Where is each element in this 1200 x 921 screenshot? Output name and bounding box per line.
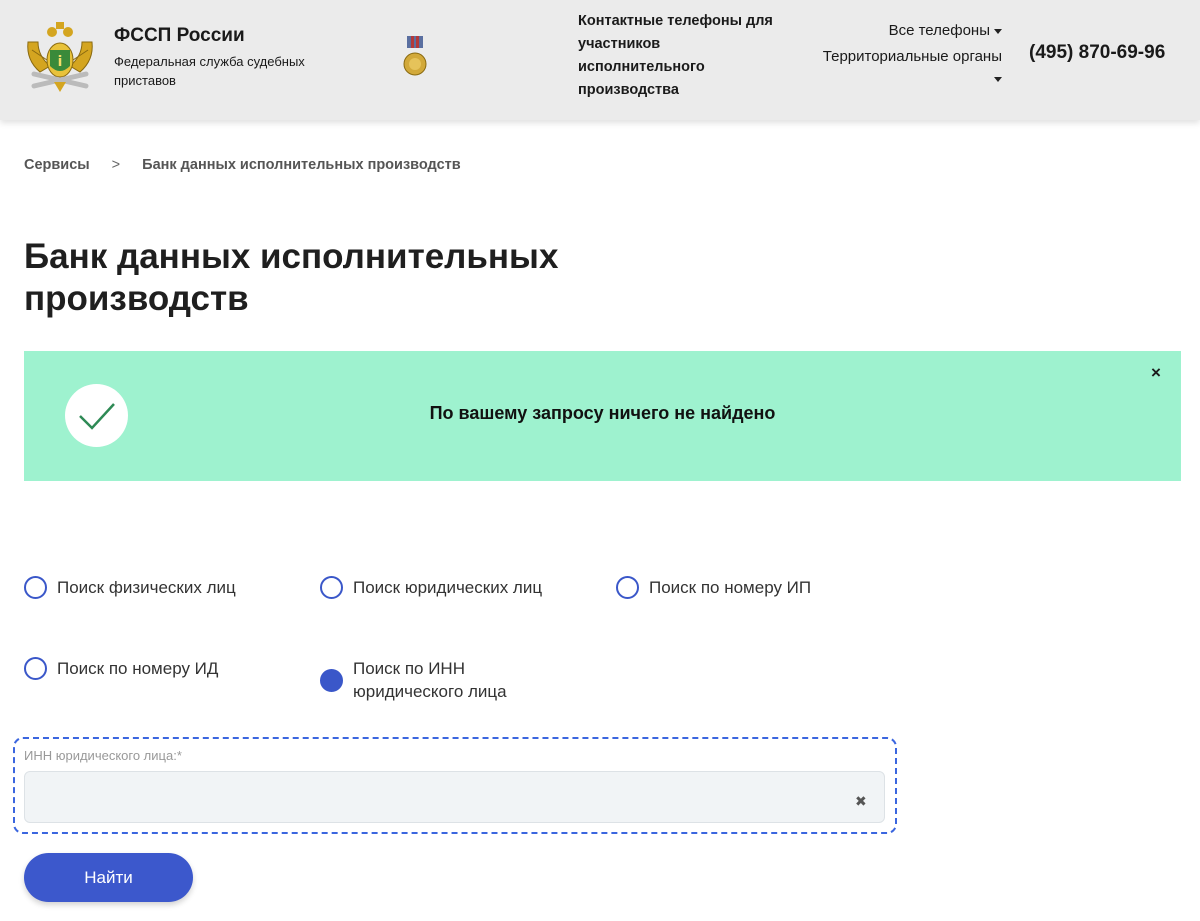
radio-search-individuals[interactable]: Поиск физических лиц: [24, 576, 236, 599]
all-phones-link[interactable]: Все телефоны: [820, 20, 1002, 42]
inn-field-label: ИНН юридического лица:*: [24, 748, 182, 763]
close-icon[interactable]: ×: [1151, 364, 1165, 381]
breadcrumb-services[interactable]: Сервисы: [24, 157, 90, 173]
radio-label: Поиск по номеру ИП: [649, 578, 812, 597]
radio-button[interactable]: [24, 657, 47, 680]
breadcrumb: Сервисы > Банк данных исполнительных про…: [24, 157, 461, 173]
all-phones-label: Все телефоны: [888, 22, 990, 39]
radio-search-legal-entities[interactable]: Поиск юридических лиц: [320, 576, 542, 599]
radio-label: Поиск по номеру ИД: [57, 659, 219, 678]
territorial-bodies-link[interactable]: Территориальные органы: [820, 46, 1002, 90]
phone-number[interactable]: (495) 870-69-96: [1029, 42, 1165, 64]
page-title: Банк данных исполнительных производств: [24, 237, 559, 318]
radio-button[interactable]: [320, 576, 343, 599]
radio-label: Поиск по ИНН юридического лица: [353, 659, 507, 701]
radio-button-selected[interactable]: [320, 669, 343, 692]
territorial-bodies-label: Территориальные органы: [822, 48, 1002, 65]
caret-down-icon: [994, 28, 1002, 34]
fssp-emblem-icon[interactable]: i: [24, 20, 96, 94]
radio-label: Поиск юридических лиц: [353, 578, 543, 597]
result-notice: По вашему запросу ничего не найдено ×: [24, 351, 1181, 481]
notice-text: По вашему запросу ничего не найдено: [429, 403, 776, 423]
medal-icon: [403, 36, 427, 76]
svg-text:i: i: [58, 54, 63, 70]
org-full-name: Федеральная служба судебных приставов: [114, 54, 305, 88]
site-header: i ФССП России Федеральная служба судебны…: [0, 0, 1200, 120]
inn-input[interactable]: [24, 771, 885, 823]
search-button[interactable]: Найти: [24, 853, 193, 902]
breadcrumb-separator: >: [111, 157, 121, 173]
radio-label: Поиск физических лиц: [57, 578, 236, 597]
radio-search-inn-legal[interactable]: Поиск по ИНН юридического лица: [320, 657, 553, 703]
header-links: Все телефоны Территориальные органы: [820, 20, 1002, 94]
org-name: ФССП России: [114, 25, 245, 46]
clear-icon[interactable]: ✖: [855, 793, 867, 809]
contacts-title[interactable]: Контактные телефоны для участников испол…: [578, 10, 778, 102]
radio-search-id-number[interactable]: Поиск по номеру ИД: [24, 657, 218, 680]
breadcrumb-current: Банк данных исполнительных производств: [142, 157, 461, 173]
radio-search-ip-number[interactable]: Поиск по номеру ИП: [616, 576, 811, 599]
radio-button[interactable]: [24, 576, 47, 599]
caret-down-icon: [994, 76, 1002, 82]
radio-button[interactable]: [616, 576, 639, 599]
